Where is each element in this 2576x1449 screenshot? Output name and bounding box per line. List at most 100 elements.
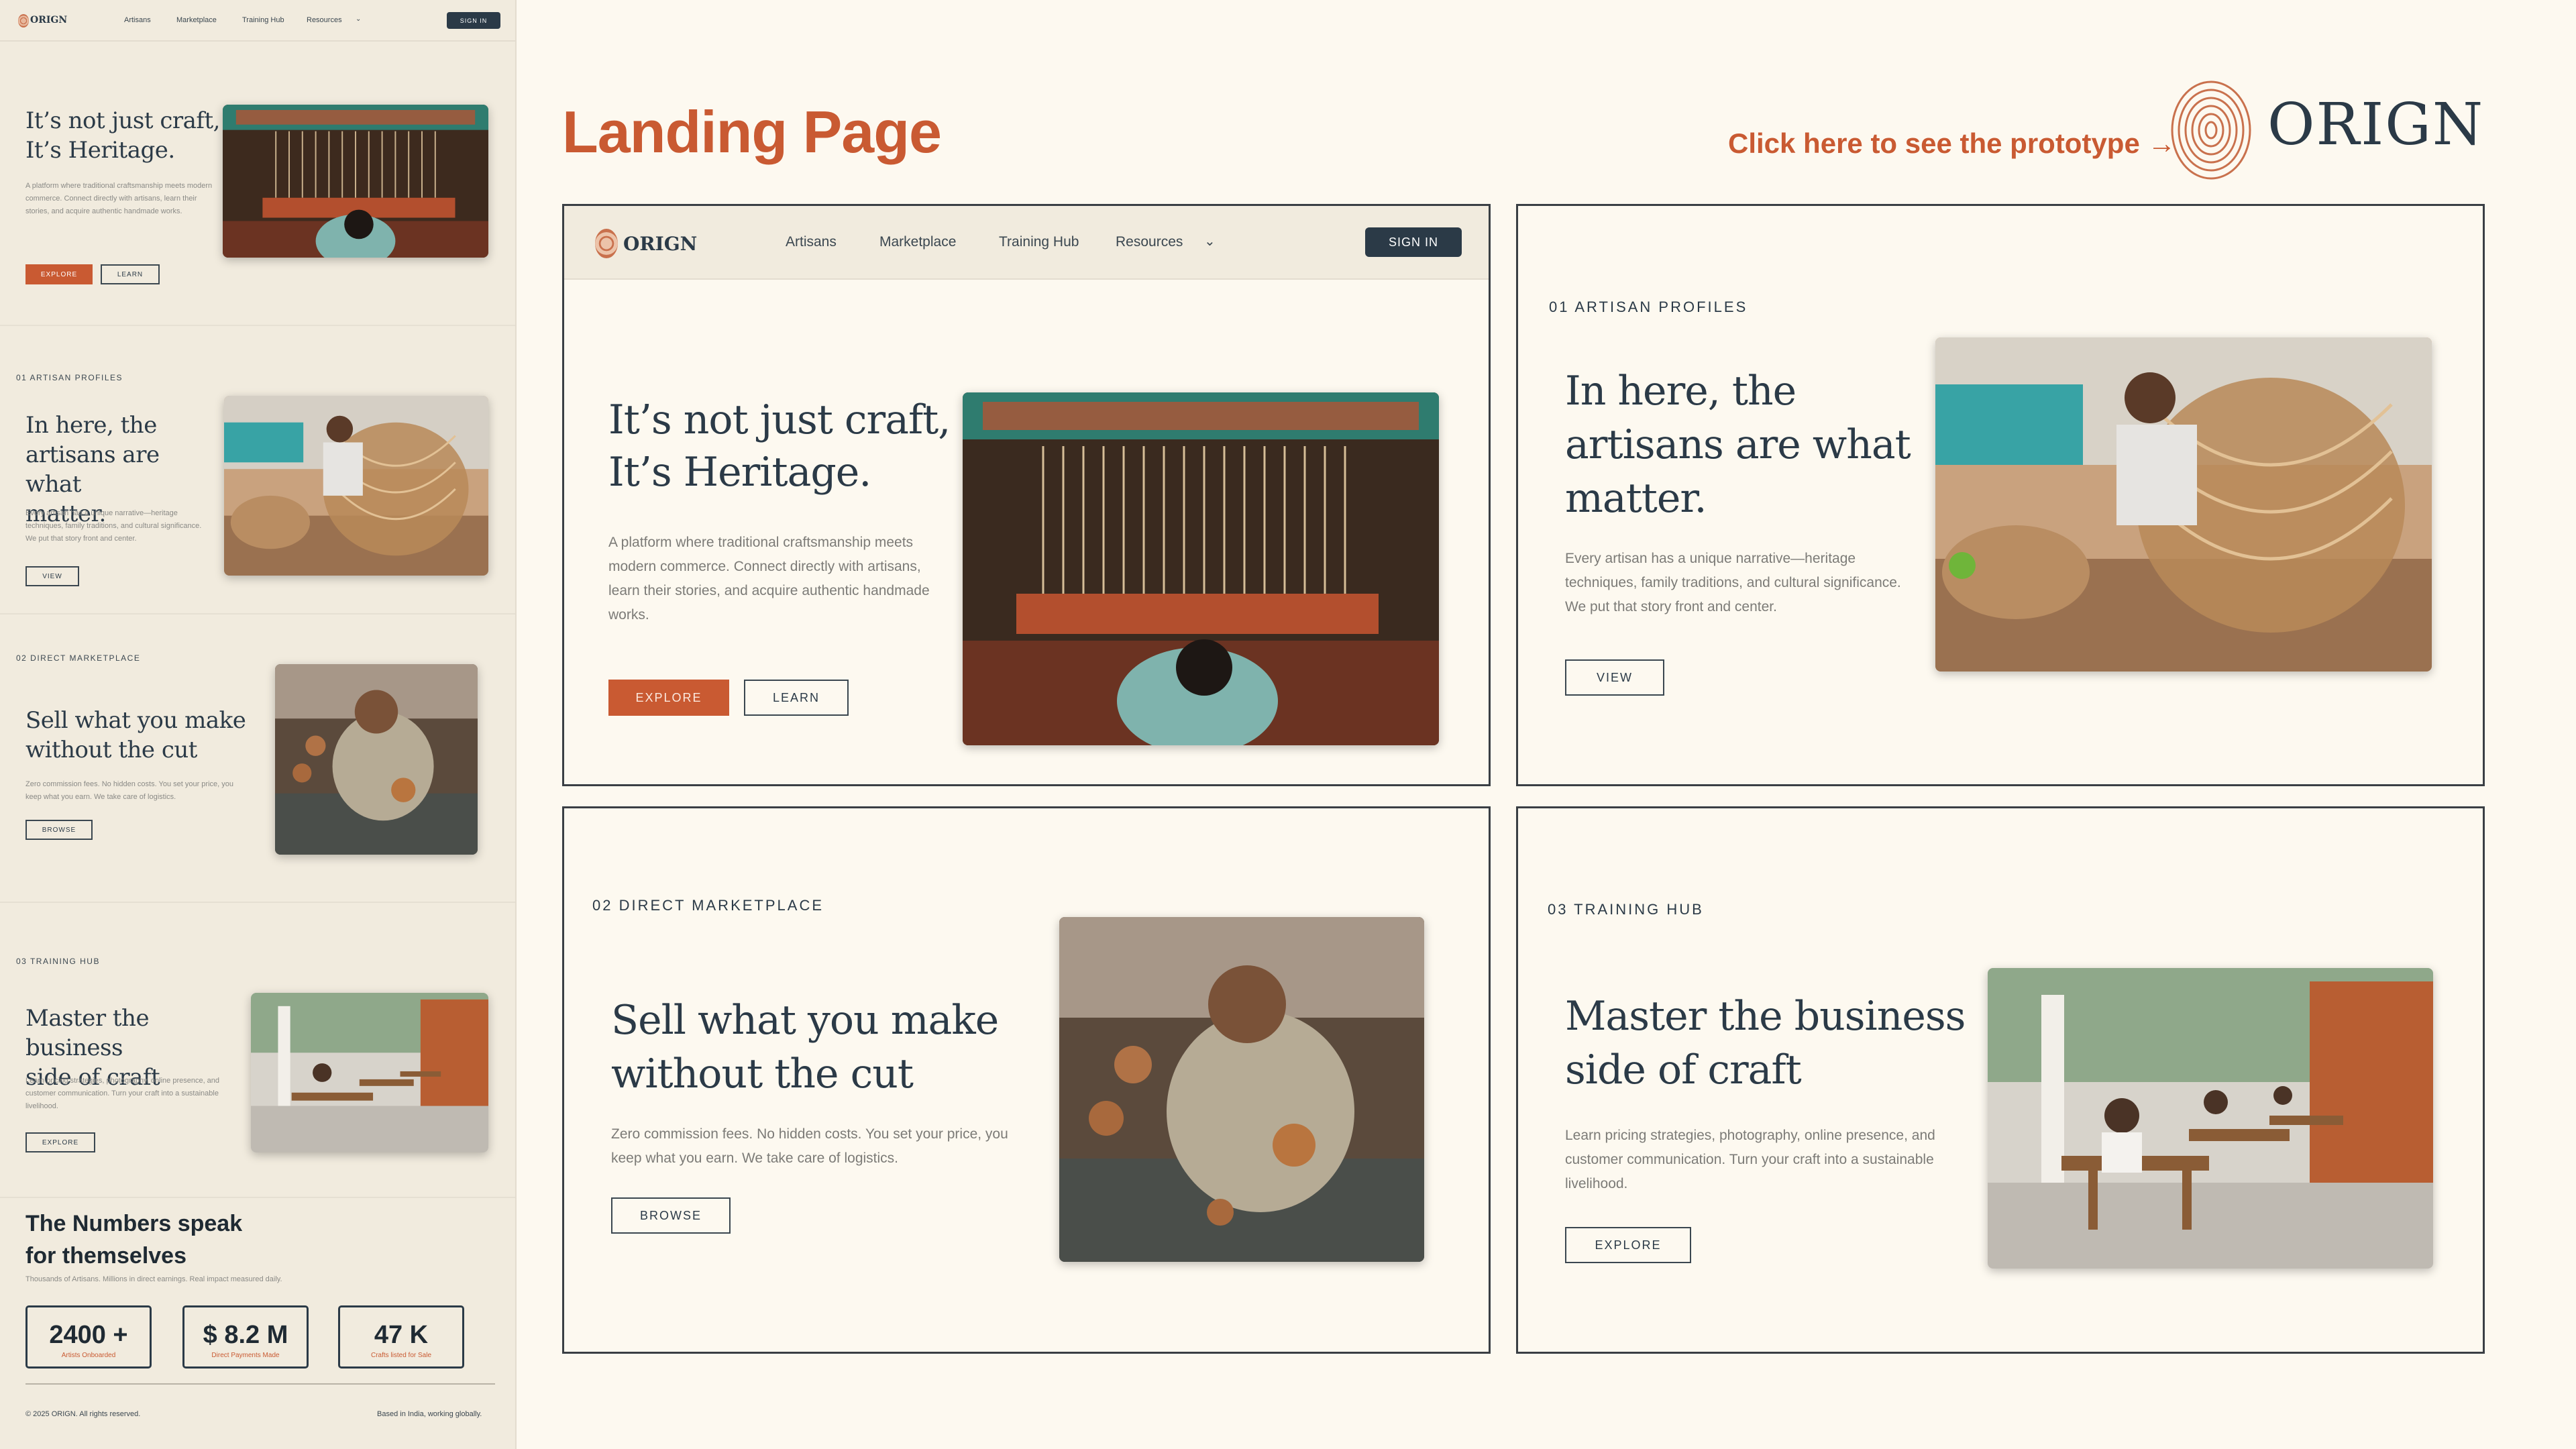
preview-workshop-image: [251, 993, 488, 1152]
preview-numbers-title-line2: for themselves: [25, 1243, 186, 1269]
preview-hero-title-line1: It’s not just craft,: [25, 107, 220, 134]
preview-explore-button[interactable]: EXPLORE: [25, 264, 93, 284]
stat-value: 2400 +: [49, 1321, 128, 1349]
artisans-title-line1: In here, the: [1565, 368, 1796, 415]
preview-marketplace-title: Sell what you make without the cut: [25, 706, 254, 765]
hero-title-line2: It’s Heritage.: [608, 449, 871, 496]
preview-marketplace-title-line1: Sell what you make: [25, 707, 246, 734]
preview-training-tag: 03 TRAINING HUB: [16, 957, 100, 966]
preview-hero-title-line2: It’s Heritage.: [25, 137, 175, 164]
artisans-tag: 01 ARTISAN PROFILES: [1549, 299, 1748, 315]
hero-body: A platform where traditional craftsmansh…: [608, 535, 930, 623]
footer-tagline: Based in India, working globally.: [377, 1410, 482, 1418]
preview-hero: It’s not just craft, It’s Heritage. A pl…: [0, 42, 515, 326]
marketplace-card: 02 DIRECT MARKETPLACE Sell what you make…: [562, 806, 1491, 1354]
marketplace-title-line2: without the cut: [611, 1051, 914, 1097]
stat-artists-onboarded: 2400 + Artists Onboarded: [25, 1305, 152, 1368]
training-tag: 03 TRAINING HUB: [1548, 901, 1704, 918]
logo-wordmark[interactable]: ORIGN: [30, 15, 67, 25]
artisans-title-line2: artisans are what: [1565, 421, 1911, 468]
nav-marketplace[interactable]: Marketplace: [176, 16, 217, 24]
potter-image: [1059, 917, 1424, 1262]
preview-header: ORIGN Artisans Marketplace Training Hub …: [0, 0, 515, 42]
preview-marketplace-body: Zero commission fees. No hidden costs. Y…: [25, 780, 233, 801]
hero-card: ORIGN Artisans Marketplace Training Hub …: [562, 204, 1491, 786]
preview-artisans-title-line1: In here, the: [25, 412, 157, 439]
preview-artisans: 01 ARTISAN PROFILES In here, the artisan…: [0, 326, 515, 614]
logo-fingerprint-icon: [18, 14, 29, 28]
logo-wordmark[interactable]: ORIGN: [2267, 91, 2484, 158]
sign-in-button[interactable]: SIGN IN: [447, 12, 500, 29]
preview-view-button[interactable]: VIEW: [25, 566, 79, 586]
view-button[interactable]: VIEW: [1565, 659, 1664, 696]
loom-image: [963, 392, 1439, 745]
preview-numbers-subtitle: Thousands of Artisans. Millions in direc…: [25, 1275, 282, 1283]
artisans-body: Every artisan has a unique narrative—her…: [1565, 551, 1901, 614]
training-title-line1: Master the business: [1565, 993, 1966, 1040]
training-title: Master the business side of craft: [1565, 989, 1981, 1097]
training-explore-button[interactable]: EXPLORE: [1565, 1227, 1691, 1263]
stat-value: $ 8.2 M: [203, 1321, 288, 1349]
preview-numbers-title-line1: The Numbers speak: [25, 1211, 243, 1236]
workshop-image: [1988, 968, 2433, 1269]
logo-fingerprint-icon: [595, 229, 618, 258]
learn-button[interactable]: LEARN: [744, 680, 849, 716]
nav-marketplace[interactable]: Marketplace: [879, 234, 956, 250]
training-title-line2: side of craft: [1565, 1046, 1802, 1093]
footer-divider: [25, 1383, 495, 1385]
browse-button[interactable]: BROWSE: [611, 1197, 731, 1234]
hero-title: It’s not just craft, It’s Heritage.: [608, 394, 957, 498]
stat-label: Crafts listed for Sale: [370, 1352, 432, 1359]
logo-wordmark[interactable]: ORIGN: [623, 233, 697, 255]
hero-title-line1: It’s not just craft,: [608, 396, 951, 443]
sign-in-button[interactable]: SIGN IN: [1365, 227, 1462, 257]
artisans-title-line3: matter.: [1565, 475, 1707, 522]
nav-resources[interactable]: Resources: [1116, 234, 1183, 250]
preview-basket-weaver-image: [224, 396, 488, 576]
artisans-title: In here, the artisans are what matter.: [1565, 364, 1941, 525]
nav-artisans[interactable]: Artisans: [124, 16, 151, 24]
training-body: Learn pricing strategies, photography, o…: [1565, 1128, 1935, 1191]
basket-weaver-image: [1935, 337, 2432, 672]
preview-potter-image: [275, 664, 478, 855]
marketplace-tag: 02 DIRECT MARKETPLACE: [592, 897, 824, 914]
prototype-link[interactable]: Click here to see the prototype →: [1728, 127, 2176, 160]
stat-label: Direct Payments Made: [211, 1352, 280, 1359]
artisans-card: 01 ARTISAN PROFILES In here, the artisan…: [1516, 204, 2485, 786]
preview-marketplace-title-line2: without the cut: [25, 737, 197, 763]
stat-crafts-listed: 47 K Crafts listed for Sale: [338, 1305, 464, 1368]
marketplace-title-line1: Sell what you make: [611, 997, 999, 1044]
nav-training-hub[interactable]: Training Hub: [242, 16, 284, 24]
preview-artisans-body: Every artisan has a unique narrative—her…: [25, 509, 202, 543]
full-page-preview: ORIGN Artisans Marketplace Training Hub …: [0, 0, 517, 1449]
nav-resources[interactable]: Resources: [307, 16, 342, 24]
stat-value: 47 K: [374, 1321, 429, 1349]
preview-numbers-title: The Numbers speak for themselves: [25, 1208, 242, 1272]
preview-artisans-tag: 01 ARTISAN PROFILES: [16, 373, 123, 382]
chevron-down-icon: ⌄: [1204, 234, 1216, 249]
chevron-down-icon: ⌄: [356, 15, 362, 23]
marketplace-body: Zero commission fees. No hidden costs. Y…: [611, 1126, 1008, 1166]
nav-training-hub[interactable]: Training Hub: [999, 234, 1079, 250]
preview-marketplace-tag: 02 DIRECT MARKETPLACE: [16, 653, 141, 663]
logo-fingerprint-icon: [2169, 79, 2253, 181]
nav-artisans[interactable]: Artisans: [786, 234, 837, 250]
preview-learn-button[interactable]: LEARN: [101, 264, 160, 284]
preview-hero-title: It’s not just craft, It’s Heritage.: [25, 106, 227, 165]
stat-direct-payments: $ 8.2 M Direct Payments Made: [182, 1305, 309, 1368]
preview-marketplace: 02 DIRECT MARKETPLACE Sell what you make…: [0, 614, 515, 903]
preview-training: 03 TRAINING HUB Master the business side…: [0, 903, 515, 1198]
preview-browse-button[interactable]: BROWSE: [25, 820, 93, 840]
site-header: ORIGN Artisans Marketplace Training Hub …: [564, 206, 1489, 280]
page-title: Landing Page: [562, 99, 942, 165]
explore-button[interactable]: EXPLORE: [608, 680, 729, 716]
marketplace-title: Sell what you make without the cut: [611, 994, 1040, 1101]
preview-training-body: Learn pricing strategies, photography, o…: [25, 1077, 220, 1110]
stat-label: Artists Onboarded: [61, 1352, 116, 1359]
training-card: 03 TRAINING HUB Master the business side…: [1516, 806, 2485, 1354]
preview-loom-image: [223, 105, 488, 258]
preview-artisans-title-line2: artisans are what: [25, 441, 160, 498]
footer-copyright: © 2025 ORIGN. All rights reserved.: [25, 1410, 141, 1418]
preview-training-title-line1: Master the business: [25, 1005, 150, 1061]
preview-training-explore-button[interactable]: EXPLORE: [25, 1132, 95, 1152]
